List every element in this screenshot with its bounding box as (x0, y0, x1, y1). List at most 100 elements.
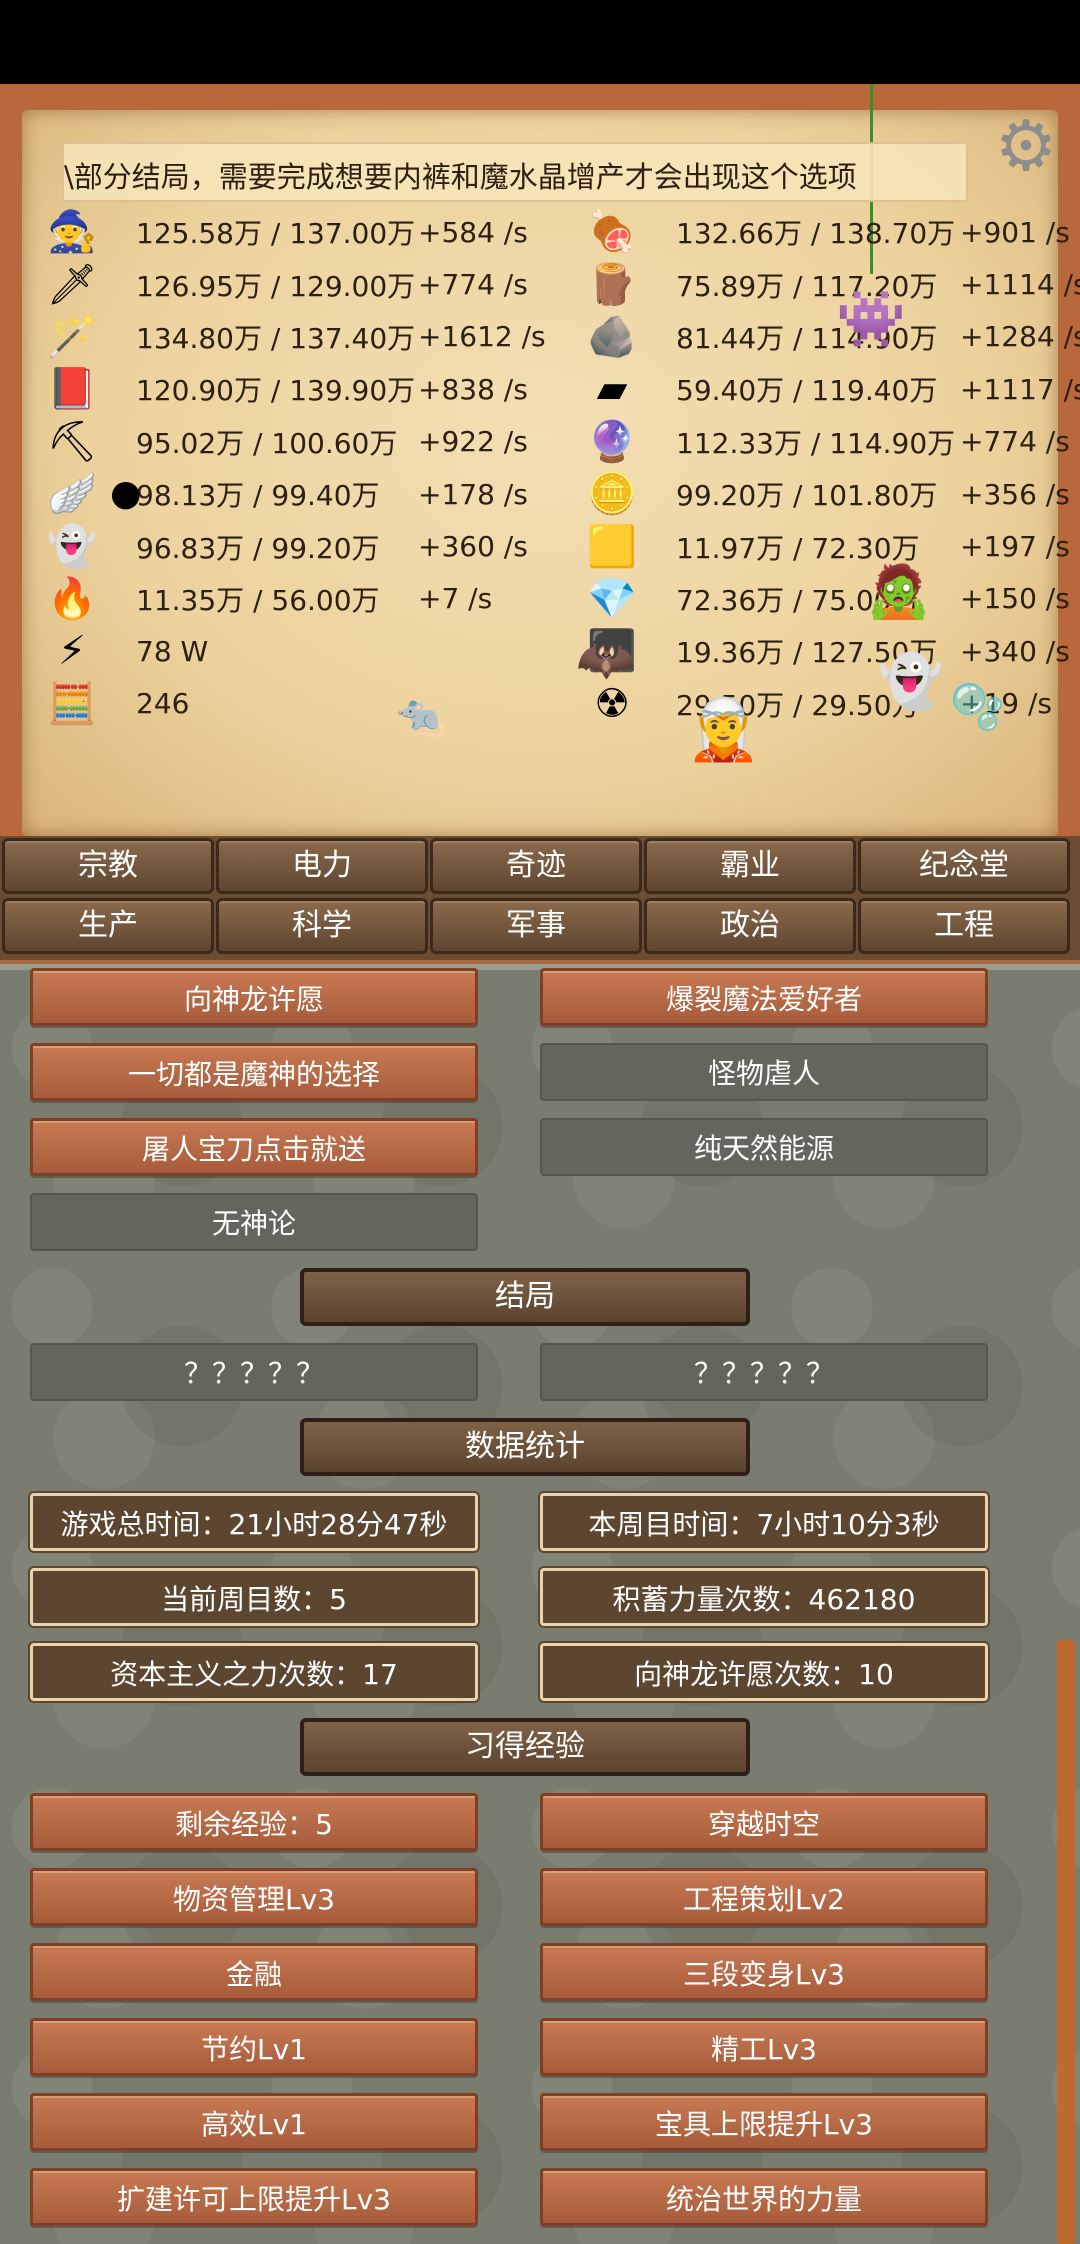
resource-row: 🗡 126.95万 / 129.00万 +774 /s (46, 258, 586, 310)
tadpole-sprite-icon: ● (110, 473, 142, 514)
resource-rate: +838 /s (418, 372, 528, 406)
exp-button[interactable]: 高效Lv1 (30, 2093, 478, 2151)
exp-button[interactable]: 物资管理Lv3 (30, 1868, 478, 1926)
resource-row: ⛏ 95.02万 / 100.60万 +922 /s (46, 416, 586, 468)
resource-amount: 126.95万 / 129.00万 (136, 269, 416, 303)
resource-row: 🪨 81.44万 / 114.90万 +1284 /s (586, 311, 1080, 363)
resource-row: 🔮 112.33万 / 114.90万 +774 /s (586, 416, 1080, 468)
tab-2[interactable]: 电力 (216, 838, 428, 894)
spirit-icon: 👻 (47, 523, 97, 570)
resource-rate: +922 /s (418, 425, 528, 459)
option-button[interactable]: 一切都是魔神的选择 (30, 1043, 478, 1101)
resource-row: ⬛ 19.36万 / 127.50万 +340 /s (586, 625, 1080, 677)
resource-rate: +1284 /s (960, 320, 1080, 354)
spellbook-icon: 📕 (47, 366, 97, 413)
calculator-icon: 🧮 (47, 680, 97, 727)
resource-amount: 78 W (136, 634, 209, 668)
meat-icon: 🍖 (587, 209, 637, 256)
exp-button[interactable]: 剩余经验：5 (30, 1793, 478, 1851)
wand-icon: 🪄 (47, 313, 97, 360)
exp-button[interactable]: 三段变身Lv3 (540, 1943, 988, 2001)
girl-sprite-icon: 🧝 (686, 695, 761, 765)
resource-row: 🧙 125.58万 / 137.00万 +584 /s (46, 206, 586, 258)
resource-row: 🪄 134.80万 / 137.40万 +1612 /s (46, 311, 586, 363)
tab-9[interactable]: 政治 (644, 898, 856, 954)
stone-icon: 🪨 (587, 313, 637, 360)
exp-button[interactable]: 精工Lv3 (540, 2018, 988, 2076)
scrollbar[interactable] (1057, 1640, 1075, 2244)
resource-amount: 125.58万 / 137.00万 (136, 217, 416, 251)
slime-sprite-icon: 🫧 (950, 682, 1005, 733)
tab-3[interactable]: 奇迹 (430, 838, 642, 894)
lightning-icon: ⚡ (57, 628, 87, 675)
mummy-sprite-icon: 🧟 (866, 562, 931, 622)
resource-row: 🪵 75.89万 / 117.20万 +1114 /s (586, 258, 1080, 310)
resource-amount: 246 (136, 687, 190, 721)
resource-row: 📕 120.90万 / 139.90万 +838 /s (46, 363, 586, 415)
option-button[interactable]: 屠人宝刀点击就送 (30, 1118, 478, 1176)
resource-amount: 120.90万 / 139.90万 (136, 374, 416, 408)
iron-ingot-icon: ▰ (596, 366, 628, 413)
resource-row: 🪙 99.20万 / 101.80万 +356 /s (586, 468, 1080, 520)
resource-rate: +1117 /s (960, 372, 1080, 406)
option-button[interactable]: 爆裂魔法爱好者 (540, 968, 988, 1026)
ghost-sprite-icon: 👻 (878, 652, 943, 712)
tab-1[interactable]: 宗教 (2, 838, 214, 894)
resource-amount: 98.13万 / 99.40万 (136, 479, 380, 513)
exp-button[interactable]: 工程策划Lv2 (540, 1868, 988, 1926)
resource-amount: 11.97万 / 72.30万 (676, 531, 920, 565)
option-button[interactable]: 怪物虐人 (540, 1043, 988, 1101)
exp-button[interactable]: 金融 (30, 1943, 478, 2001)
resource-amount: 112.33万 / 114.90万 (676, 426, 956, 460)
wood-log-icon: 🪵 (587, 261, 637, 308)
exp-button[interactable]: 统治世界的力量 (540, 2168, 988, 2226)
resource-row: 🔥 11.35万 / 56.00万 +7 /s (46, 573, 586, 625)
angel-wings-icon: 🪽 (47, 471, 97, 518)
stat-label: 资本主义之力次数：17 (30, 1643, 478, 1701)
ending-button[interactable]: ？？？？？ (540, 1343, 988, 1401)
ending-button[interactable]: ？？？？？ (30, 1343, 478, 1401)
resource-rate: +1114 /s (960, 268, 1080, 302)
tab-4[interactable]: 霸业 (644, 838, 856, 894)
resource-amount: 59.40万 / 119.40万 (676, 374, 938, 408)
resource-rate: +7 /s (418, 582, 493, 616)
stat-label: 游戏总时间：21小时28分47秒 (30, 1493, 478, 1551)
exp-button[interactable]: 宝具上限提升Lv3 (540, 2093, 988, 2151)
gear-icon[interactable]: ⚙ (990, 110, 1062, 182)
option-button[interactable]: 无神论 (30, 1193, 478, 1251)
resource-rate: +1612 /s (418, 320, 546, 354)
resource-rate: +360 /s (418, 530, 528, 564)
resource-rate: +197 /s (960, 530, 1070, 564)
resource-list-left: 🧙 125.58万 / 137.00万 +584 /s 🗡 126.95万 / 129.… (46, 206, 586, 730)
tab-6[interactable]: 生产 (2, 898, 214, 954)
tab-8[interactable]: 军事 (430, 898, 642, 954)
purple-crystal-icon: 🔮 (587, 418, 637, 465)
bat-sprite-icon: 🦇 (576, 632, 636, 688)
tab-7[interactable]: 科学 (216, 898, 428, 954)
ending-header: 结局 (300, 1268, 750, 1326)
tab-5[interactable]: 纪念堂 (858, 838, 1070, 894)
resource-rate: +356 /s (960, 477, 1070, 511)
resource-row: 🧮 246 (46, 678, 586, 730)
demon-sprite-icon: 👾 (836, 287, 906, 352)
stat-label: 当前周目数：5 (30, 1568, 478, 1626)
resource-amount: 96.83万 / 99.20万 (136, 531, 380, 565)
pickaxe-icon: ⛏ (46, 418, 98, 465)
status-bar (0, 0, 1080, 84)
resource-rate: +178 /s (418, 477, 528, 511)
diamond-icon: 💎 (587, 575, 637, 622)
option-button[interactable]: 纯天然能源 (540, 1118, 988, 1176)
resource-row: 🟨 11.97万 / 72.30万 +197 /s (586, 520, 1080, 572)
sword-icon: 🗡 (46, 261, 98, 308)
stat-label: 本周目时间：7小时10分3秒 (540, 1493, 988, 1551)
resource-amount: 134.80万 / 137.40万 (136, 321, 416, 355)
exp-button[interactable]: 穿越时空 (540, 1793, 988, 1851)
exp-button[interactable]: 节约Lv1 (30, 2018, 478, 2076)
gold-bar-icon: 🟨 (587, 523, 637, 570)
tab-10[interactable]: 工程 (858, 898, 1070, 954)
resource-amount: 11.35万 / 56.00万 (136, 583, 380, 617)
resource-rate: +150 /s (960, 582, 1070, 616)
resource-amount: 95.02万 / 100.60万 (136, 426, 398, 460)
exp-button[interactable]: 扩建许可上限提升Lv3 (30, 2168, 478, 2226)
option-button[interactable]: 向神龙许愿 (30, 968, 478, 1026)
